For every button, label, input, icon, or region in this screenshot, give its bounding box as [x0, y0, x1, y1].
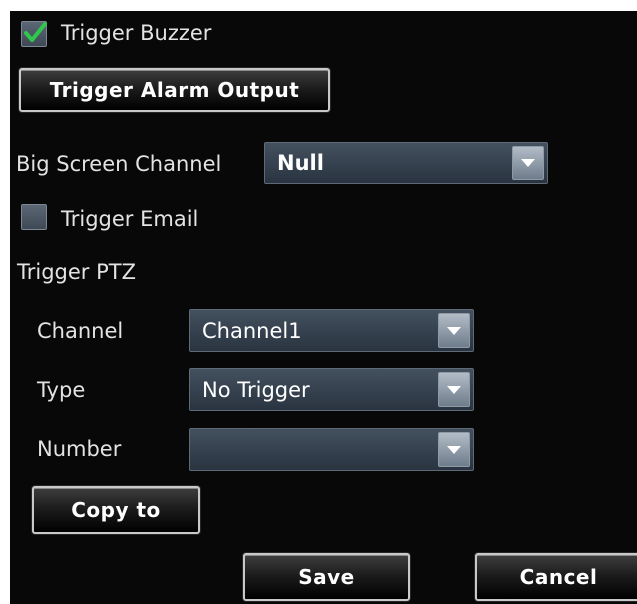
trigger-buzzer-label: Trigger Buzzer [61, 21, 212, 45]
ptz-channel-label: Channel [37, 319, 124, 343]
ptz-number-label: Number [37, 437, 122, 461]
ptz-type-label: Type [37, 378, 86, 402]
trigger-ptz-label: Trigger PTZ [17, 260, 136, 284]
alarm-trigger-panel: Trigger Buzzer Trigger Alarm Output Big … [10, 11, 637, 604]
big-screen-channel-value: Null [277, 151, 324, 175]
chevron-down-icon[interactable] [512, 146, 544, 180]
trigger-email-checkbox[interactable] [21, 204, 47, 230]
ptz-type-select[interactable]: No Trigger [189, 368, 474, 411]
ptz-number-select[interactable] [189, 428, 474, 471]
trigger-alarm-output-button[interactable]: Trigger Alarm Output [19, 68, 330, 112]
check-icon [24, 22, 47, 42]
chevron-down-icon[interactable] [438, 432, 470, 467]
chevron-down-icon[interactable] [438, 372, 470, 407]
trigger-email-label: Trigger Email [61, 207, 199, 231]
ptz-channel-select[interactable]: Channel1 [189, 309, 474, 352]
ptz-type-value: No Trigger [202, 377, 310, 402]
cancel-button[interactable]: Cancel [475, 553, 637, 601]
big-screen-channel-label: Big Screen Channel [16, 152, 222, 176]
save-button[interactable]: Save [243, 553, 410, 601]
chevron-down-icon[interactable] [438, 313, 470, 348]
trigger-buzzer-checkbox[interactable] [21, 21, 47, 47]
big-screen-channel-select[interactable]: Null [264, 142, 548, 184]
ptz-channel-value: Channel1 [202, 318, 302, 343]
copy-to-button[interactable]: Copy to [32, 486, 200, 534]
